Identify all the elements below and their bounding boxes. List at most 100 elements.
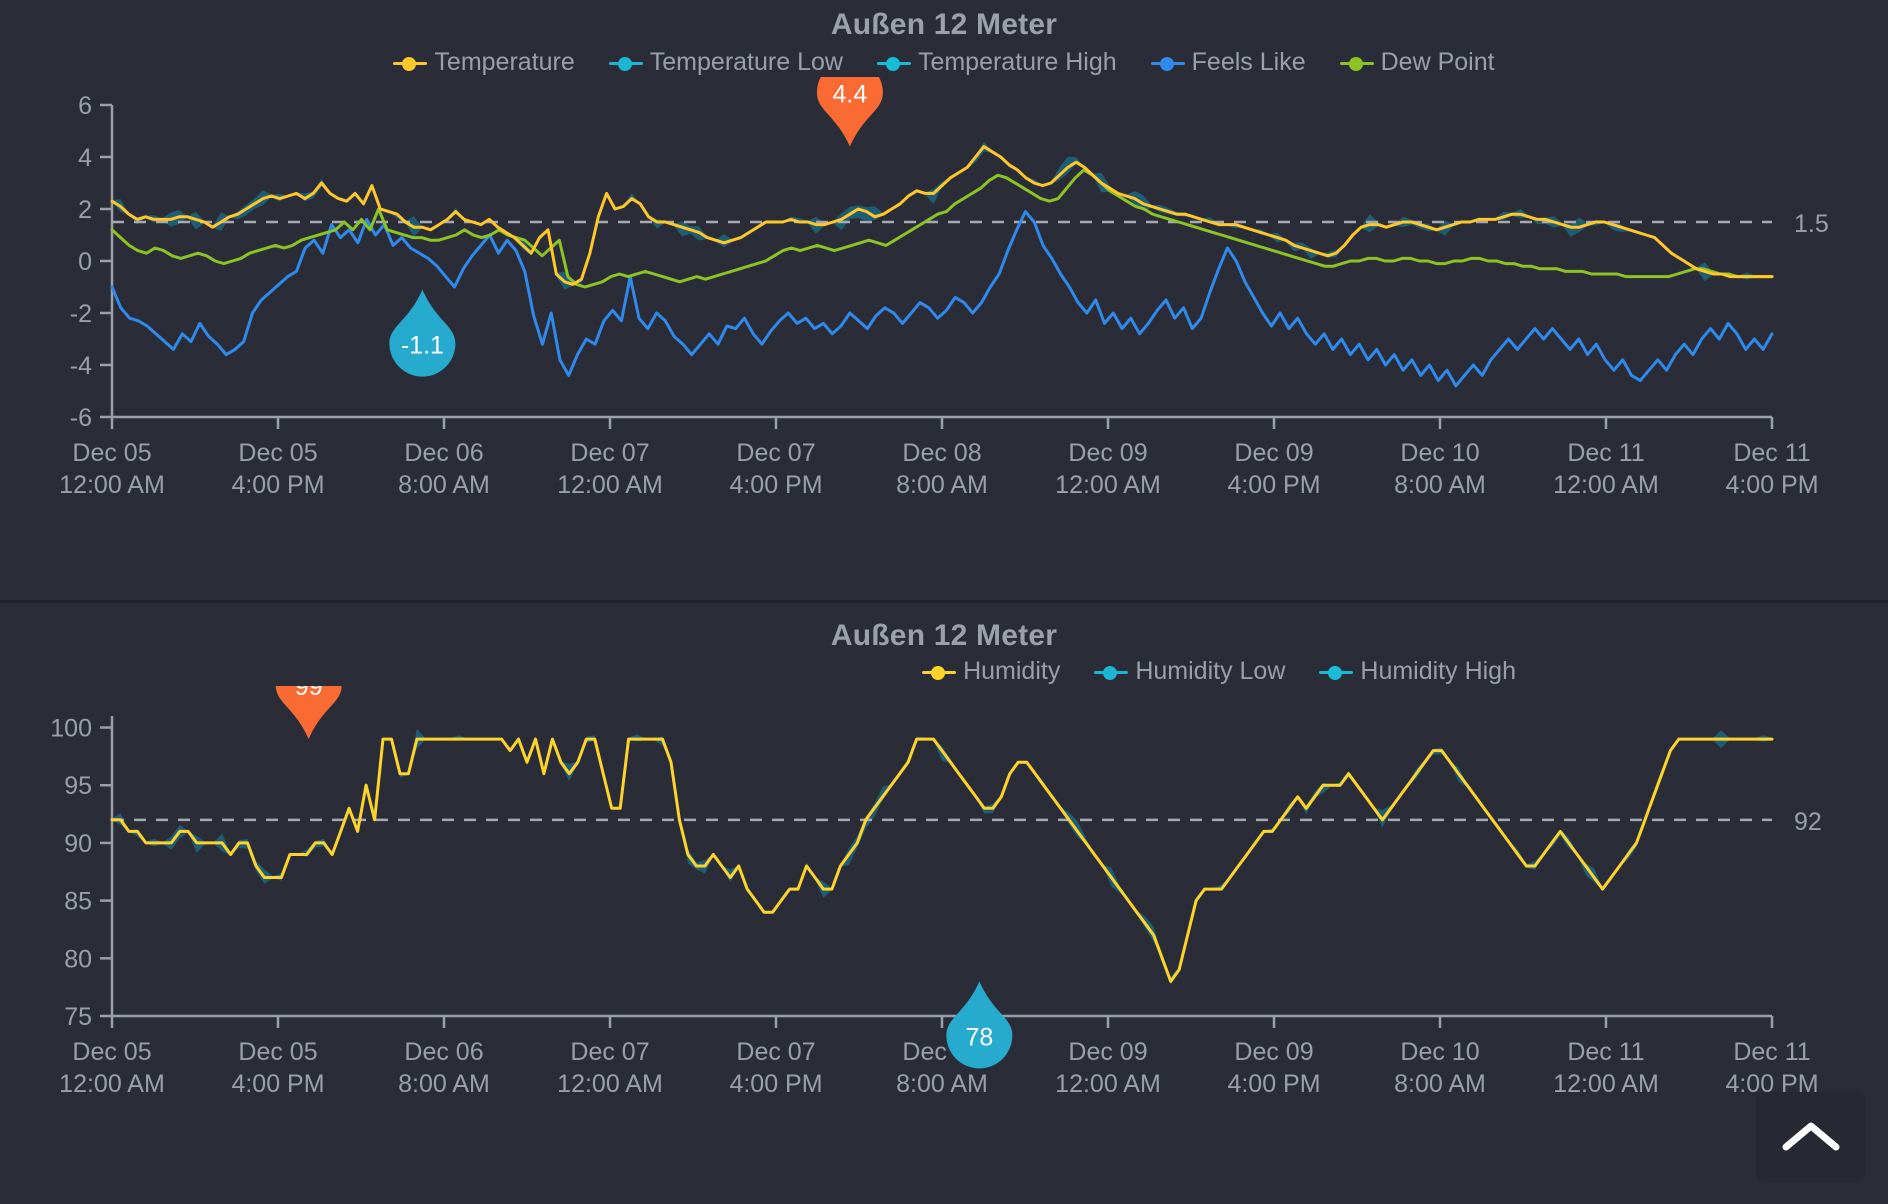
x-axis-label-time: 4:00 PM bbox=[1227, 1070, 1320, 1098]
x-axis-label: Dec 114:00 PM bbox=[1725, 1038, 1818, 1098]
series-line-temperature bbox=[110, 145, 1774, 286]
temperature-legend: Temperature Temperature Low Temperature … bbox=[0, 48, 1888, 77]
x-axis-label: Dec 07 4:00 PM bbox=[729, 439, 822, 499]
y-axis-label: 90 bbox=[64, 830, 92, 858]
x-axis-label-day: Dec 05 bbox=[238, 1038, 317, 1066]
x-axis-label-day: Dec 11 bbox=[1567, 1038, 1644, 1066]
legend-label-temperature-high: Temperature High bbox=[917, 48, 1117, 76]
x-axis-label-time: 8:00 AM bbox=[398, 471, 490, 499]
legend-label-humidity-high: Humidity High bbox=[1360, 657, 1516, 685]
x-axis-label-time: 4:00 PM bbox=[1227, 471, 1320, 499]
min-value-marker[interactable]: -1.1 bbox=[389, 289, 456, 377]
legend-item-feels-like[interactable]: Feels Like bbox=[1150, 48, 1306, 77]
legend-item-humidity[interactable]: Humidity bbox=[922, 657, 1060, 686]
legend-item-temperature[interactable]: Temperature bbox=[393, 48, 575, 77]
x-axis-label-time: 12:00 AM bbox=[557, 471, 663, 499]
x-axis-label-time: 12:00 AM bbox=[557, 1070, 663, 1098]
x-axis-label-day: Dec 06 bbox=[404, 1038, 483, 1066]
x-axis-label-time: 8:00 AM bbox=[1394, 1070, 1486, 1098]
marker-value-label: 99 bbox=[295, 686, 323, 701]
humidity-legend: Humidity Humidity Low Humidity High bbox=[0, 657, 1888, 686]
humidity-plot-svg[interactable]: 100 95 90 85 80 75 Dec 05 12:00 AM Dec 05 4:00 PM… bbox=[0, 686, 1888, 1186]
feels-like-series-icon bbox=[1150, 55, 1185, 71]
high-low-band bbox=[112, 728, 1772, 985]
x-axis-label: Dec 06 8:00 AM bbox=[398, 439, 490, 499]
x-axis-label-day: Dec 09 bbox=[1068, 439, 1147, 467]
y-axis-label: -6 bbox=[70, 404, 92, 432]
humidity-chart-title: Außen 12 Meter bbox=[830, 619, 1058, 652]
x-axis-label-day: Dec 10 bbox=[1400, 439, 1479, 467]
x-axis-label: Dec 05 12:00 AM bbox=[59, 1038, 165, 1098]
reference-line-value: 92 bbox=[1794, 808, 1822, 836]
dew-point-series-icon bbox=[1339, 55, 1374, 71]
x-axis-label-time: 8:00 AM bbox=[398, 1070, 490, 1098]
y-axis-label: 100 bbox=[50, 715, 92, 743]
temperature-series-icon bbox=[393, 55, 428, 71]
y-axis-label: 6 bbox=[78, 92, 92, 120]
humidity-plot-area[interactable]: 100 95 90 85 80 75 Dec 05 12:00 AM Dec 05 4:00 PM… bbox=[0, 686, 1888, 1186]
temperature-low-series-icon bbox=[608, 55, 643, 71]
y-axis-label: 2 bbox=[78, 196, 92, 224]
x-axis-label-time: 12:00 AM bbox=[1055, 471, 1161, 499]
x-axis-label: Dec 07 12:00 AM bbox=[557, 439, 663, 499]
humidity-panel: Außen 12 Meter Humidity Humidity Low Hum… bbox=[0, 600, 1888, 1204]
x-axis-label-time: 8:00 AM bbox=[896, 1070, 988, 1098]
x-axis-label: Dec 09 12:00 AM bbox=[1055, 1038, 1161, 1098]
temperature-plot-area[interactable]: 6 4 2 0 -2 -4 -6 Dec 05 12:00 AM Dec 05 4:00 PM Dec… bbox=[0, 77, 1888, 587]
series-line-feels-like bbox=[110, 210, 1774, 388]
marker-value-label: 78 bbox=[965, 1023, 993, 1051]
chevron-up-icon bbox=[1782, 1122, 1840, 1151]
legend-item-humidity-low[interactable]: Humidity Low bbox=[1094, 657, 1285, 686]
y-axis-label: -2 bbox=[70, 300, 92, 328]
max-value-marker[interactable]: 4.4 bbox=[816, 77, 883, 147]
y-axis-label: -4 bbox=[70, 352, 92, 380]
x-axis-label: Dec 10 8:00 AM bbox=[1394, 1038, 1486, 1098]
temperature-plot-svg[interactable]: 6420-2-4-6Dec 0512:00 AMDec 054:00 PMDec… bbox=[0, 77, 1888, 587]
legend-item-temperature-low[interactable]: Temperature Low bbox=[608, 48, 843, 77]
x-axis-label-day: Dec 08 bbox=[902, 439, 981, 467]
x-axis-label-time: 12:00 AM bbox=[59, 471, 165, 499]
series-line-humidity bbox=[110, 737, 1774, 983]
legend-label-humidity-low: Humidity Low bbox=[1135, 657, 1286, 685]
x-axis-label-day: Dec 11 bbox=[1733, 439, 1810, 467]
x-axis-label-time: 12:00 AM bbox=[59, 1070, 165, 1098]
x-axis-label-time: 4:00 PM bbox=[231, 471, 324, 499]
y-axis-label: 0 bbox=[78, 248, 92, 276]
x-axis-label-day: Dec 06 bbox=[404, 439, 483, 467]
x-axis-label-day: Dec 07 bbox=[570, 1038, 649, 1066]
legend-item-dew-point[interactable]: Dew Point bbox=[1339, 48, 1495, 77]
legend-label-feels-like: Feels Like bbox=[1191, 48, 1306, 76]
x-axis-label-day: Dec 05 bbox=[72, 1038, 151, 1066]
legend-label-humidity: Humidity bbox=[963, 657, 1061, 685]
x-axis-label-day: Dec 09 bbox=[1068, 1038, 1147, 1066]
x-axis-label-day: Dec 07 bbox=[736, 1038, 815, 1066]
legend-item-temperature-high[interactable]: Temperature High bbox=[876, 48, 1117, 77]
reference-line-value: 1.5 bbox=[1794, 210, 1829, 238]
humidity-series-icon bbox=[922, 664, 957, 680]
temperature-chart-title: Außen 12 Meter bbox=[830, 8, 1058, 41]
x-axis-label: Dec 11 12:00 AM bbox=[1553, 439, 1659, 499]
y-axis-label: 95 bbox=[64, 772, 92, 800]
legend-label-dew-point: Dew Point bbox=[1380, 48, 1495, 76]
y-axis-label: 80 bbox=[64, 945, 92, 973]
x-axis-label-time: 12:00 AM bbox=[1055, 1070, 1161, 1098]
legend-label-temperature: Temperature bbox=[434, 48, 575, 76]
marker-value-label: 4.4 bbox=[832, 81, 867, 109]
x-axis-label-day: Dec 05 bbox=[72, 439, 151, 467]
x-axis-label: Dec 06 8:00 AM bbox=[398, 1038, 490, 1098]
x-axis-label-day: Dec 07 bbox=[736, 439, 815, 467]
humidity-low-series-icon bbox=[1094, 664, 1129, 680]
y-axis-label: 4 bbox=[78, 144, 92, 172]
max-value-marker[interactable]: 99 bbox=[275, 686, 342, 740]
legend-label-temperature-low: Temperature Low bbox=[649, 48, 843, 76]
x-axis-label-day: Dec 05 bbox=[238, 439, 317, 467]
scroll-to-top-button[interactable] bbox=[1756, 1092, 1866, 1182]
min-value-marker[interactable]: 78 bbox=[946, 981, 1013, 1069]
x-axis-label: Dec 07 4:00 PM bbox=[729, 1038, 822, 1098]
x-axis-label: Dec 10 8:00 AM bbox=[1394, 439, 1486, 499]
x-axis-label-time: 4:00 PM bbox=[1725, 471, 1818, 499]
x-axis-label: Dec 08 8:00 AM bbox=[896, 439, 988, 499]
legend-item-humidity-high[interactable]: Humidity High bbox=[1319, 657, 1516, 686]
x-axis-label-time: 12:00 AM bbox=[1553, 1070, 1659, 1098]
x-axis-label: Dec 11 4:00 PM bbox=[1725, 439, 1818, 499]
